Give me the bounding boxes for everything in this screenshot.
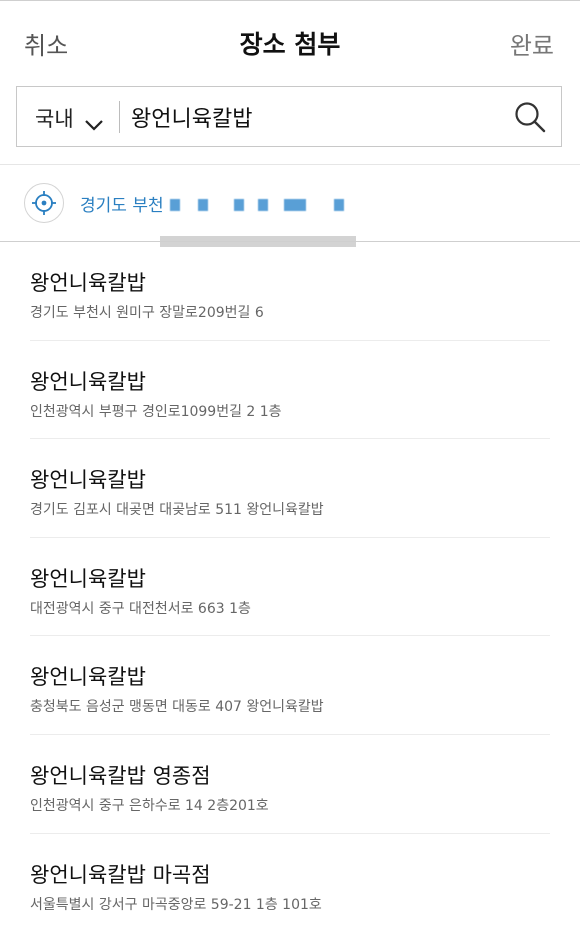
- list-item[interactable]: 왕언니육칼밥 대전광역시 중구 대전천서로 663 1층: [0, 538, 580, 637]
- place-address: 서울특별시 강서구 마곡중앙로 59-21 1층 101호: [30, 896, 322, 913]
- list-item[interactable]: 왕언니육칼밥 마곡점 서울특별시 강서구 마곡중앙로 59-21 1층 101호: [0, 834, 580, 932]
- result-list: 왕언니육칼밥 경기도 부천시 원미구 장말로209번길 6 왕언니육칼밥 인천광…: [0, 242, 580, 932]
- place-name: 왕언니육칼밥: [30, 566, 146, 591]
- done-button[interactable]: 완료: [510, 26, 554, 61]
- redacted-block: [198, 199, 208, 211]
- redacted-block: [258, 199, 268, 211]
- region-label: 국내: [35, 107, 74, 131]
- chevron-down-icon: [84, 112, 104, 131]
- place-name: 왕언니육칼밥: [30, 468, 146, 493]
- search-bar: 국내: [16, 86, 562, 147]
- page-title: 장소 첨부: [239, 30, 341, 59]
- crosshair-icon[interactable]: [24, 183, 64, 223]
- place-address: 대전광역시 중구 대전천서로 663 1층: [30, 600, 251, 617]
- list-item[interactable]: 왕언니육칼밥 경기도 부천시 원미구 장말로209번길 6: [0, 242, 580, 341]
- place-address: 경기도 부천시 원미구 장말로209번길 6: [30, 305, 264, 321]
- place-name: 왕언니육칼밥: [30, 369, 146, 394]
- place-name: 왕언니육칼밥 마곡점: [30, 862, 211, 887]
- place-name: 왕언니육칼밥: [30, 665, 146, 690]
- region-dropdown[interactable]: 국내: [35, 103, 104, 133]
- search-input[interactable]: [131, 100, 501, 134]
- list-item[interactable]: 왕언니육칼밥 충청북도 음성군 맹동면 대동로 407 왕언니육칼밥: [0, 636, 580, 735]
- redacted-block: [284, 199, 306, 211]
- place-name: 왕언니육칼밥 영종점: [30, 763, 211, 788]
- redacted-block: [334, 199, 344, 211]
- place-address: 인천광역시 중구 은하수로 14 2층201호: [30, 797, 269, 814]
- list-item[interactable]: 왕언니육칼밥 인천광역시 부평구 경인로1099번길 2 1층: [0, 341, 580, 440]
- redacted-block: [234, 199, 244, 211]
- current-location-text: 경기도 부천: [80, 196, 164, 216]
- place-address: 충청북도 음성군 맹동면 대동로 407 왕언니육칼밥: [30, 699, 324, 716]
- place-address: 인천광역시 부평구 경인로1099번길 2 1층: [30, 403, 282, 420]
- redacted-block: [170, 199, 180, 211]
- list-item[interactable]: 왕언니육칼밥 영종점 인천광역시 중구 은하수로 14 2층201호: [0, 735, 580, 834]
- header-bar: 취소 장소 첨부 완료: [0, 0, 580, 84]
- current-location-row[interactable]: 경기도 부천: [0, 165, 580, 247]
- place-name: 왕언니육칼밥: [30, 271, 146, 295]
- list-item[interactable]: 왕언니육칼밥 경기도 김포시 대곶면 대곶남로 511 왕언니육칼밥: [0, 439, 580, 538]
- search-divider: [119, 101, 120, 133]
- search-icon[interactable]: [513, 100, 547, 134]
- place-address: 경기도 김포시 대곶면 대곶남로 511 왕언니육칼밥: [30, 502, 324, 519]
